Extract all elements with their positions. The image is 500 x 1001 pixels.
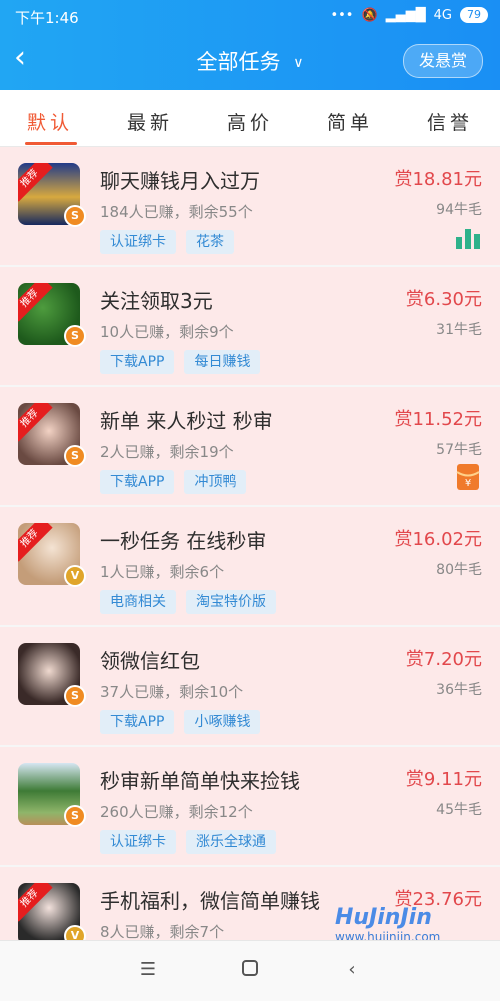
task-title: 一秒任务 在线秒审 (100, 529, 267, 553)
battery-icon: 79 (460, 7, 488, 23)
task-tag: 每日赚钱 (184, 350, 261, 374)
task-item[interactable]: 推荐 V 一秒任务 在线秒审 1人已赚，剩余6个 电商相关 淘宝特价版 赏16.… (0, 507, 500, 627)
level-badge: S (64, 325, 86, 347)
svg-text:¥: ¥ (465, 478, 471, 489)
task-tag: 电商相关 (100, 590, 176, 614)
level-badge: V (64, 925, 86, 940)
task-tags: 认证绑卡 涨乐全球通 (100, 830, 276, 854)
task-item[interactable]: S 领微信红包 37人已赚，剩余10个 下载APP 小啄赚钱 赏7.20元 36… (0, 627, 500, 747)
level-badge: S (64, 445, 86, 467)
chevron-down-icon[interactable]: ∨ (293, 55, 303, 71)
task-points: 57牛毛 (436, 442, 482, 458)
app-header: 下午1:46 ••• 🔕 ▂▄▆█ 4G 79 ‹ 全部任务 ∨ 发悬赏 (0, 0, 500, 90)
task-item[interactable]: 推荐 S 关注领取3元 10人已赚，剩余9个 下载APP 每日赚钱 赏6.30元… (0, 267, 500, 387)
task-tag: 淘宝特价版 (186, 590, 276, 614)
tab-latest[interactable]: 最新 (100, 108, 200, 135)
task-tag: 下载APP (100, 710, 175, 734)
chart-icon[interactable] (454, 223, 482, 251)
level-badge: S (64, 805, 86, 827)
task-item[interactable]: S 秒审新单简单快来捡钱 260人已赚，剩余12个 认证绑卡 涨乐全球通 赏9.… (0, 747, 500, 867)
watermark: HuJinJin www.hujinjin.com (335, 905, 440, 944)
tab-default[interactable]: 默认 (0, 108, 100, 135)
task-tag: 小啄赚钱 (184, 710, 261, 734)
task-item[interactable]: 推荐 S 新单 来人秒过 秒审 2人已赚，剩余19个 下载APP 冲顶鸭 赏11… (0, 387, 500, 507)
active-tab-indicator (25, 142, 77, 145)
task-title: 领微信红包 (100, 649, 200, 673)
task-points: 45牛毛 (436, 802, 482, 818)
home-icon[interactable] (230, 959, 270, 983)
task-points: 94牛毛 (436, 202, 482, 218)
task-reward: 赏7.20元 (405, 649, 482, 670)
post-bounty-button[interactable]: 发悬赏 (403, 44, 483, 78)
watermark-brand: HuJinJin (335, 905, 432, 930)
system-nav-bar: ☰ ‹ (0, 940, 500, 1001)
task-tags: 下载APP 每日赚钱 (100, 350, 261, 374)
task-list[interactable]: 推荐 S 聊天赚钱月入过万 184人已赚，剩余55个 认证绑卡 花茶 赏18.8… (0, 147, 500, 940)
task-tags: 认证绑卡 花茶 (100, 230, 234, 254)
task-reward: 赏18.81元 (394, 169, 482, 190)
status-icons: ••• 🔕 ▂▄▆█ 4G 79 (330, 7, 488, 23)
task-tag: 下载APP (100, 470, 175, 494)
level-badge: S (64, 205, 86, 227)
network-label: 4G (433, 7, 452, 23)
nav-bar: ‹ 全部任务 ∨ 发悬赏 (0, 32, 500, 90)
task-title: 新单 来人秒过 秒审 (100, 409, 273, 433)
task-title: 手机福利，微信简单赚钱 (100, 889, 320, 913)
task-tag: 下载APP (100, 350, 175, 374)
task-reward: 赏9.11元 (405, 769, 482, 790)
task-points: 31牛毛 (436, 322, 482, 338)
task-tags: 电商相关 淘宝特价版 (100, 590, 276, 614)
task-tag: 认证绑卡 (100, 830, 176, 854)
tab-high-price[interactable]: 高价 (200, 108, 300, 135)
task-title: 聊天赚钱月入过万 (100, 169, 260, 193)
task-stats: 260人已赚，剩余12个 (100, 803, 253, 821)
task-tags: 下载APP 冲顶鸭 (100, 470, 247, 494)
task-stats: 184人已赚，剩余55个 (100, 203, 253, 221)
task-title: 关注领取3元 (100, 289, 213, 313)
task-reward: 赏11.52元 (394, 409, 482, 430)
task-tag: 冲顶鸭 (184, 470, 247, 494)
task-title: 秒审新单简单快来捡钱 (100, 769, 300, 793)
task-tag: 认证绑卡 (100, 230, 176, 254)
task-tag: 涨乐全球通 (186, 830, 276, 854)
task-reward: 赏6.30元 (405, 289, 482, 310)
task-item[interactable]: 推荐 S 聊天赚钱月入过万 184人已赚，剩余55个 认证绑卡 花茶 赏18.8… (0, 147, 500, 267)
page-title-text: 全部任务 (196, 50, 281, 74)
task-tag: 花茶 (186, 230, 234, 254)
task-stats: 10人已赚，剩余9个 (100, 323, 234, 341)
task-points: 36牛毛 (436, 682, 482, 698)
status-bar: 下午1:46 ••• 🔕 ▂▄▆█ 4G 79 (0, 0, 500, 32)
task-stats: 1人已赚，剩余6个 (100, 563, 225, 581)
red-envelope-icon[interactable]: ¥ (454, 463, 482, 491)
task-stats: 2人已赚，剩余19个 (100, 443, 234, 461)
task-points: 80牛毛 (436, 562, 482, 578)
task-stats: 8人已赚，剩余7个 (100, 923, 225, 940)
signal-icon: ▂▄▆█ (385, 7, 426, 23)
task-tags: 下载APP 小啄赚钱 (100, 710, 261, 734)
level-badge: V (64, 565, 86, 587)
mute-bell-icon: 🔕 (361, 7, 378, 23)
tab-simple[interactable]: 简单 (300, 108, 400, 135)
tab-reputation[interactable]: 信誉 (400, 108, 500, 135)
status-time: 下午1:46 (15, 9, 79, 27)
task-reward: 赏16.02元 (394, 529, 482, 550)
filter-tabs: 默认 最新 高价 简单 信誉 (0, 90, 500, 147)
back-nav-icon[interactable]: ‹ (332, 959, 372, 983)
menu-icon[interactable]: ☰ (128, 959, 168, 983)
more-dots-icon: ••• (330, 7, 354, 23)
task-stats: 37人已赚，剩余10个 (100, 683, 244, 701)
level-badge: S (64, 685, 86, 707)
